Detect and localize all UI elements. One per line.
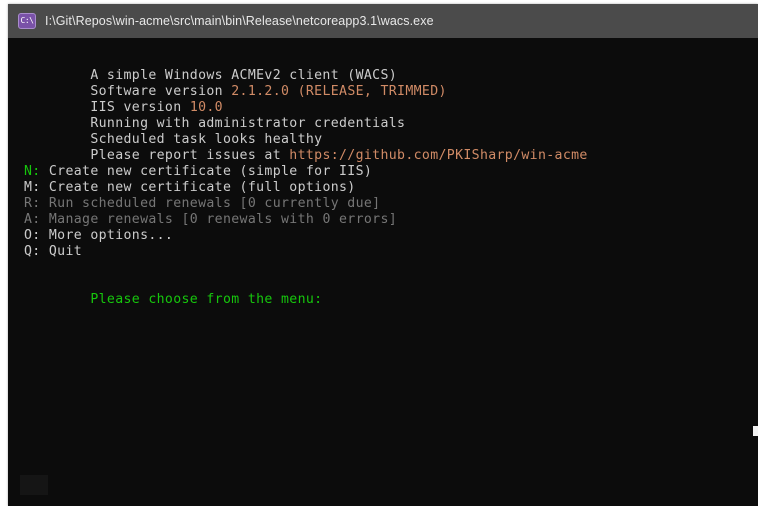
terminal-output[interactable]: A simple Windows ACMEv2 client (WACS) So…: [8, 38, 758, 506]
terminal-line-prompt: Please choose from the menu:: [24, 276, 758, 307]
menu-item-label: Create new certificate (full options): [40, 180, 356, 195]
menu-item-key: Q:: [24, 244, 41, 259]
iis-version-label: IIS version: [90, 100, 190, 115]
window-title: I:\Git\Repos\win-acme\src\main\bin\Relea…: [45, 14, 434, 28]
menu-item[interactable]: M: Create new certificate (full options): [24, 180, 758, 196]
app-tagline-text: A simple Windows ACMEv2 client (WACS): [90, 68, 398, 83]
iis-version-value: 10.0: [189, 100, 223, 115]
menu-item[interactable]: Q: Quit: [24, 244, 758, 260]
menu-item-label: Quit: [40, 244, 83, 259]
software-version-value: 2.1.2.0 (RELEASE, TRIMMED): [231, 84, 447, 99]
console-app-icon-glyph: C:\: [20, 16, 34, 25]
software-version-label: Software version: [90, 84, 232, 99]
menu-item-key: N:: [24, 164, 41, 179]
terminal-menu-list: N: Create new certificate (simple for II…: [24, 164, 758, 260]
menu-item[interactable]: N: Create new certificate (simple for II…: [24, 164, 758, 180]
menu-item-key: O:: [24, 228, 41, 243]
menu-item-key: R:: [24, 196, 41, 211]
window-titlebar[interactable]: C:\ I:\Git\Repos\win-acme\src\main\bin\R…: [8, 4, 758, 38]
menu-item[interactable]: A: Manage renewals [0 renewals with 0 er…: [24, 212, 758, 228]
credentials-text: Running with administrator credentials: [90, 116, 406, 131]
menu-item[interactable]: O: More options...: [24, 228, 758, 244]
screen-root: C:\ I:\Git\Repos\win-acme\src\main\bin\R…: [0, 0, 758, 506]
terminal-blank-line-2: [24, 260, 758, 276]
terminal-cursor-block: [20, 475, 48, 495]
console-window: C:\ I:\Git\Repos\win-acme\src\main\bin\R…: [8, 4, 758, 506]
terminal-scrollbar-thumb[interactable]: [753, 426, 758, 436]
menu-item-label: Create new certificate (simple for IIS): [40, 164, 373, 179]
menu-item-key: M:: [24, 180, 41, 195]
console-app-icon: C:\: [18, 13, 36, 29]
terminal-line-tagline: A simple Windows ACMEv2 client (WACS): [24, 52, 758, 83]
menu-item[interactable]: R: Run scheduled renewals [0 currently d…: [24, 196, 758, 212]
menu-item-label: More options...: [40, 228, 174, 243]
report-issues-url[interactable]: https://github.com/PKISharp/win-acme: [289, 148, 587, 163]
menu-item-label: Manage renewals [0 renewals with 0 error…: [40, 212, 398, 227]
menu-item-label: Run scheduled renewals [0 currently due]: [40, 196, 381, 211]
prompt-text: Please choose from the menu:: [90, 292, 323, 307]
scheduled-task-text: Scheduled task looks healthy: [90, 132, 323, 147]
terminal-scrollbar-track[interactable]: [753, 38, 758, 506]
menu-item-key: A:: [24, 212, 41, 227]
report-issues-label: Please report issues at: [90, 148, 290, 163]
